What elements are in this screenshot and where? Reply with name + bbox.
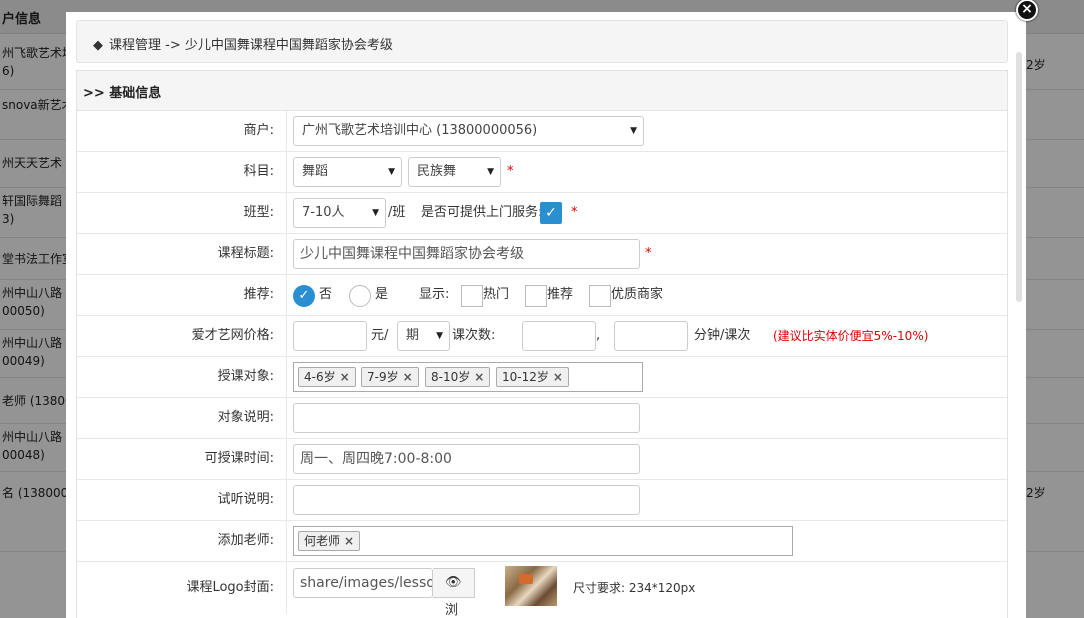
recommend-row: 推荐: ✓ 否 是 显示: 热门 推荐 优质商家	[77, 275, 1007, 316]
basic-info-panel: >> 基础信息 商户: 广州飞歌艺术培训中心 (13800000056) ▼ 科目…	[76, 70, 1008, 618]
door-service-label: 是否可提供上门服务:	[421, 205, 543, 220]
merchant-label: 商户:	[77, 111, 287, 151]
breadcrumb-text: 课程管理 -> 少儿中国舞课程中国舞蹈家协会考级	[109, 38, 393, 53]
sessions-comma: ,	[596, 328, 601, 343]
available-time-row: 可授课时间: 周一、周四晚7:00-8:00	[77, 439, 1007, 480]
subject-label: 科目:	[77, 152, 287, 192]
chevron-down-icon: ▼	[487, 167, 494, 177]
subject-subcategory-select[interactable]: 民族舞 ▼	[408, 157, 501, 187]
recommend-no-label: 否	[319, 287, 333, 302]
audience-row: 授课对象: 4-6岁 × 7-9岁 × 8-10岁 × 10-12岁 ×	[77, 357, 1007, 398]
required-mark: *	[507, 164, 514, 179]
checkmark-icon: ✓	[298, 288, 310, 303]
course-title-label: 课程标题:	[77, 234, 287, 274]
modal-scrollbar[interactable]	[1016, 52, 1022, 302]
price-period-select[interactable]: 期 ▼	[397, 321, 450, 351]
display-recommend-label: 推荐	[547, 287, 574, 302]
door-service-checkbox[interactable]: ✓	[540, 202, 562, 224]
audience-tag-input[interactable]: 4-6岁 × 7-9岁 × 8-10岁 × 10-12岁 ×	[293, 362, 643, 392]
audience-tag: 10-12岁 ×	[496, 367, 569, 387]
price-hint: (建议比实体价便宜5%-10%)	[773, 329, 929, 343]
display-recommend-checkbox[interactable]	[525, 285, 547, 307]
logo-path-input[interactable]: share/images/lessor	[293, 568, 433, 598]
breadcrumb-marker-icon: ◆	[93, 38, 103, 53]
logo-row: 课程Logo封面: share/images/lessor 👁浏览 尺寸要求: …	[77, 562, 1007, 618]
audience-label: 授课对象:	[77, 357, 287, 397]
course-title-row: 课程标题: 少儿中国舞课程中国舞蹈家协会考级 *	[77, 234, 1007, 275]
trial-row: 试听说明:	[77, 480, 1007, 521]
class-size-select[interactable]: 7-10人 ▼	[293, 198, 386, 228]
logo-size-hint: 尺寸要求: 234*120px	[573, 581, 696, 595]
remove-tag-icon[interactable]: ×	[474, 370, 484, 384]
chevron-down-icon: ▼	[630, 126, 637, 136]
class-size-unit: /班	[388, 205, 406, 220]
audience-tag: 4-6岁 ×	[298, 367, 356, 387]
required-mark: *	[645, 246, 652, 261]
audience-desc-row: 对象说明:	[77, 398, 1007, 439]
merchant-select[interactable]: 广州飞歌艺术培训中心 (13800000056) ▼	[293, 116, 644, 146]
available-time-label: 可授课时间:	[77, 439, 287, 479]
merchant-row: 商户: 广州飞歌艺术培训中心 (13800000056) ▼	[77, 111, 1007, 152]
close-icon[interactable]: ×	[1016, 0, 1038, 21]
course-edit-modal: ◆ 课程管理 -> 少儿中国舞课程中国舞蹈家协会考级 >> 基础信息 商户: 广州…	[66, 12, 1026, 618]
price-unit: 元/	[371, 328, 389, 343]
display-label: 显示:	[419, 287, 450, 302]
breadcrumb: ◆ 课程管理 -> 少儿中国舞课程中国舞蹈家协会考级	[76, 20, 1008, 63]
checkmark-icon: ✓	[545, 205, 557, 221]
audience-desc-label: 对象说明:	[77, 398, 287, 438]
minutes-unit: 分钟/课次	[694, 328, 751, 343]
sessions-input[interactable]	[522, 321, 596, 351]
recommend-label: 推荐:	[77, 275, 287, 315]
class-type-label: 班型:	[77, 193, 287, 233]
display-quality-checkbox[interactable]	[589, 285, 611, 307]
subject-row: 科目: 舞蹈 ▼ 民族舞 ▼ *	[77, 152, 1007, 193]
price-input[interactable]	[293, 321, 367, 351]
price-label: 爱才艺网价格:	[77, 316, 287, 356]
required-mark: *	[571, 205, 578, 220]
chevron-down-icon: ▼	[436, 331, 443, 341]
available-time-input[interactable]: 周一、周四晚7:00-8:00	[293, 444, 640, 474]
trial-label: 试听说明:	[77, 480, 287, 520]
audience-tag: 8-10岁 ×	[425, 367, 491, 387]
browse-button[interactable]: 👁浏览	[433, 568, 475, 618]
display-hot-checkbox[interactable]	[461, 285, 483, 307]
sessions-label: 课次数:	[452, 328, 496, 343]
recommend-no-radio[interactable]: ✓	[293, 285, 315, 307]
audience-tag: 7-9岁 ×	[361, 367, 419, 387]
teacher-tag-input[interactable]: 何老师 ×	[293, 526, 793, 556]
minutes-input[interactable]	[614, 321, 688, 351]
recommend-yes-label: 是	[375, 287, 389, 302]
logo-label: 课程Logo封面:	[77, 562, 287, 614]
teacher-label: 添加老师:	[77, 521, 287, 561]
subject-category-select[interactable]: 舞蹈 ▼	[293, 157, 402, 187]
price-row: 爱才艺网价格: 元/ 期 ▼ 课次数: , 分钟/课次 (建议比实体价便宜5%-1…	[77, 316, 1007, 357]
chevron-down-icon: ▼	[388, 167, 395, 177]
section-title: >> 基础信息	[77, 71, 1007, 111]
class-type-row: 班型: 7-10人 ▼ /班 是否可提供上门服务: ✓ *	[77, 193, 1007, 234]
eye-icon: 👁	[445, 575, 462, 590]
trial-input[interactable]	[293, 485, 640, 515]
remove-tag-icon[interactable]: ×	[340, 370, 350, 384]
logo-thumbnail	[505, 566, 557, 606]
remove-tag-icon[interactable]: ×	[553, 370, 563, 384]
recommend-yes-radio[interactable]	[349, 285, 371, 307]
teacher-row: 添加老师: 何老师 ×	[77, 521, 1007, 562]
chevron-down-icon: ▼	[372, 208, 379, 218]
audience-desc-input[interactable]	[293, 403, 640, 433]
remove-tag-icon[interactable]: ×	[403, 370, 413, 384]
display-quality-label: 优质商家	[611, 287, 664, 302]
remove-tag-icon[interactable]: ×	[344, 534, 354, 548]
teacher-tag: 何老师 ×	[298, 531, 361, 551]
course-title-input[interactable]: 少儿中国舞课程中国舞蹈家协会考级	[293, 239, 640, 269]
display-hot-label: 热门	[483, 287, 510, 302]
